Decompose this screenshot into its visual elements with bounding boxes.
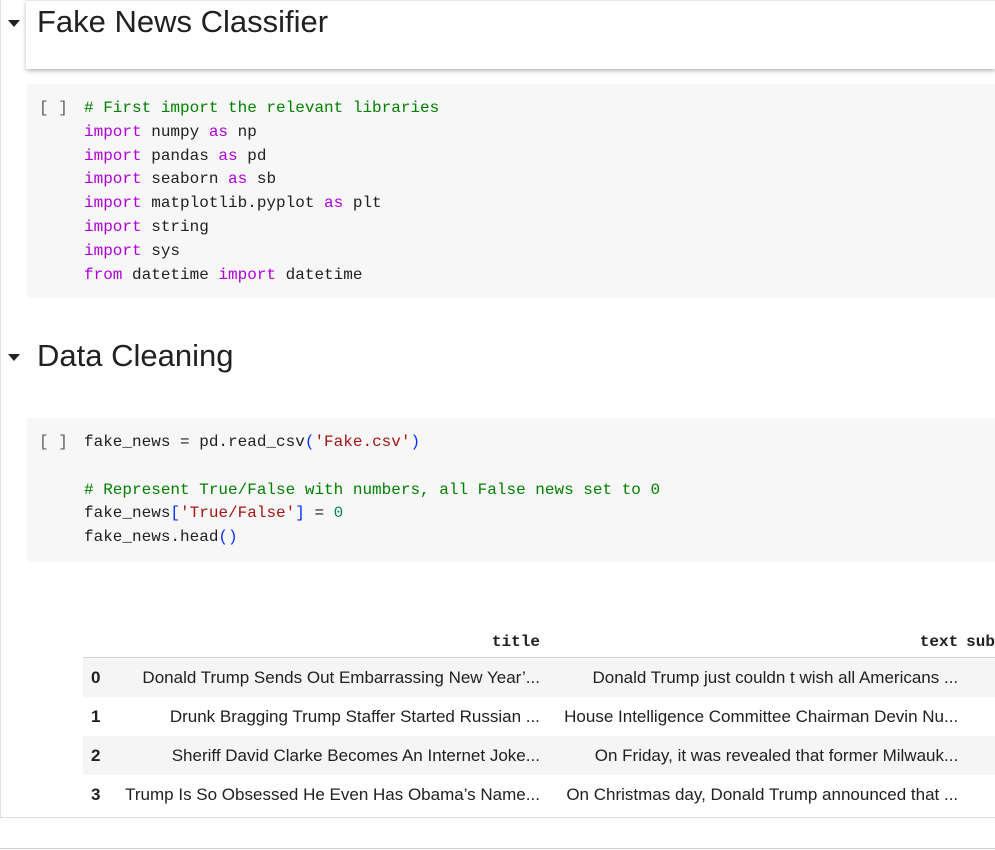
cell-title: Sheriff David Clarke Becomes An Internet…	[117, 736, 548, 775]
code-comment: # First import the relevant libraries	[84, 99, 440, 117]
cell-run-indicator[interactable]: [ ]	[39, 99, 68, 117]
collapse-section-icon[interactable]	[8, 20, 20, 27]
table-row: 2 Sheriff David Clarke Becomes An Intern…	[83, 736, 995, 775]
text-cell-heading[interactable]: Fake News Classifier	[26, 0, 995, 69]
cell-title: Trump Is So Obsessed He Even Has Obama’s…	[125, 784, 540, 804]
cell-text: House Intelligence Committee Chairman De…	[564, 706, 959, 726]
cell-text: On Christmas day, Donald Trump announced…	[566, 784, 959, 804]
column-header: text	[547, 626, 967, 658]
row-index: 1	[91, 706, 101, 726]
code-editor[interactable]: # First import the relevant libraries im…	[84, 97, 439, 287]
cell-output: title text sub 0 Donald Trump Sends Out …	[0, 600, 995, 820]
cell-run-indicator[interactable]: [ ]	[39, 433, 68, 451]
row-index: 0	[83, 657, 118, 697]
column-header: sub	[966, 626, 995, 658]
table-header-row: title text sub	[83, 626, 995, 658]
cell-text: On Friday, it was revealed that former M…	[547, 736, 967, 775]
row-index: 2	[83, 736, 118, 775]
section-title: Fake News Classifier	[37, 4, 329, 39]
cell-subject	[966, 775, 995, 814]
divider	[0, 848, 995, 849]
index-header	[83, 626, 118, 658]
dataframe-table: title text sub 0 Donald Trump Sends Out …	[83, 626, 995, 814]
cell-subject	[966, 697, 995, 736]
cell-title: Drunk Bragging Trump Staffer Started Rus…	[169, 706, 540, 726]
section-title: Data Cleaning	[37, 338, 234, 373]
cell-subject	[966, 657, 995, 697]
table-row: 1 Drunk Bragging Trump Staffer Started R…	[83, 697, 995, 736]
table-row: 3 Trump Is So Obsessed He Even Has Obama…	[83, 775, 995, 814]
cell-text: Donald Trump just couldn t wish all Amer…	[547, 657, 967, 697]
row-index: 3	[91, 784, 101, 804]
collapse-section-icon[interactable]	[8, 354, 20, 361]
table-row: 0 Donald Trump Sends Out Embarrassing Ne…	[83, 657, 995, 697]
code-editor[interactable]: fake_news = pd.read_csv('Fake.csv') # Re…	[84, 431, 660, 550]
cell-title: Donald Trump Sends Out Embarrassing New …	[117, 657, 548, 697]
cell-subject	[966, 736, 995, 775]
column-header: title	[117, 626, 548, 658]
